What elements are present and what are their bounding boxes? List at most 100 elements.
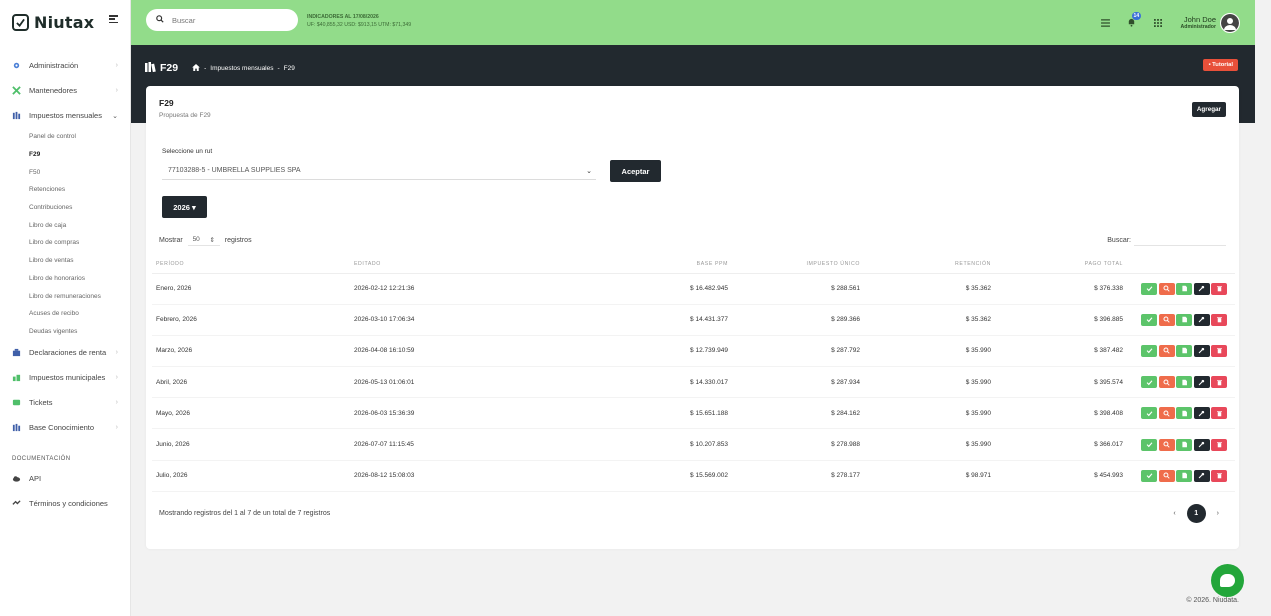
gear-icon: [12, 61, 21, 70]
sidebar-item-declaraciones-de-renta[interactable]: Declaraciones de renta ›: [0, 340, 130, 365]
cell-impuesto-unico: $ 289.366: [732, 304, 864, 336]
column-header-base-ppm[interactable]: BASE PPM: [600, 256, 732, 274]
delete-button[interactable]: [1211, 344, 1227, 357]
sidebar-item-terminos[interactable]: Términos y condiciones: [0, 491, 130, 516]
sidebar-item-impuestos-mensuales[interactable]: Impuestos mensuales ⌄: [0, 103, 130, 128]
delete-button[interactable]: [1211, 282, 1227, 295]
year-dropdown-button[interactable]: 2026 ▾: [162, 196, 207, 218]
document-button[interactable]: [1176, 469, 1192, 482]
edit-button[interactable]: [1193, 344, 1210, 357]
submenu-item-libro-de-remuneraciones[interactable]: Libro de remuneraciones: [29, 287, 130, 305]
submenu-item-libro-de-caja[interactable]: Libro de caja: [29, 216, 130, 234]
tutorial-button[interactable]: ▪ Tutorial: [1203, 59, 1238, 71]
video-icon: ▪: [1208, 62, 1211, 68]
global-search[interactable]: [146, 9, 298, 31]
submenu-item-deudas-vigentes[interactable]: Deudas vigentes: [29, 323, 130, 341]
menu-toggle-icon[interactable]: [109, 15, 118, 23]
chat-bubble-button[interactable]: [1211, 564, 1244, 597]
edit-button[interactable]: [1193, 376, 1210, 389]
home-icon[interactable]: [192, 63, 200, 73]
delete-button[interactable]: [1211, 407, 1227, 420]
confirm-button[interactable]: [1141, 282, 1157, 295]
edit-button[interactable]: [1193, 438, 1210, 451]
sidebar-item-api[interactable]: API: [0, 466, 130, 491]
page-title: F29: [160, 62, 179, 74]
f29-card: F29 Propuesta de F29 Agregar Seleccione …: [146, 86, 1239, 549]
list-icon[interactable]: [1100, 17, 1112, 29]
confirm-button[interactable]: [1141, 407, 1157, 420]
submenu-item-f50[interactable]: F50: [29, 163, 130, 181]
document-button[interactable]: [1176, 438, 1192, 451]
notifications-bell-icon[interactable]: 14: [1126, 11, 1142, 29]
cell-retencion: $ 35.362: [864, 273, 995, 305]
document-button[interactable]: [1176, 344, 1192, 357]
sidebar-item-label: Declaraciones de renta: [29, 348, 107, 358]
view-button[interactable]: [1158, 469, 1175, 482]
prev-page-button[interactable]: ‹: [1173, 510, 1175, 517]
view-button[interactable]: [1158, 344, 1175, 357]
submenu-item-retenciones[interactable]: Retenciones: [29, 181, 130, 199]
cell-actions: [1127, 335, 1235, 368]
delete-button[interactable]: [1211, 469, 1227, 482]
confirm-button[interactable]: [1141, 469, 1157, 482]
delete-button[interactable]: [1211, 313, 1227, 326]
confirm-button[interactable]: [1141, 376, 1157, 389]
view-button[interactable]: [1158, 438, 1175, 451]
page-length-select[interactable]: 50 ⇕: [187, 234, 220, 246]
user-info[interactable]: John Doe Administrador: [1181, 15, 1216, 30]
edit-button[interactable]: [1193, 469, 1210, 482]
document-button[interactable]: [1176, 313, 1192, 326]
row-actions: [1131, 438, 1231, 451]
cell-impuesto-unico: $ 288.561: [732, 273, 864, 305]
page-header: F29 - Impuestos mensuales - F29: [145, 62, 295, 74]
cell-editado: 2026-08-12 15:08:03: [350, 460, 600, 492]
next-page-button[interactable]: ›: [1217, 510, 1219, 517]
view-button[interactable]: [1158, 407, 1175, 420]
column-header-impuesto-unico[interactable]: IMPUESTO ÚNICO: [732, 256, 864, 274]
document-button[interactable]: [1176, 376, 1192, 389]
document-button[interactable]: [1176, 282, 1192, 295]
submenu-item-panel-de-control[interactable]: Panel de control: [29, 128, 130, 146]
edit-button[interactable]: [1193, 282, 1210, 295]
apps-grid-icon[interactable]: [1152, 17, 1164, 29]
column-header-editado[interactable]: EDITADO: [350, 256, 600, 274]
view-button[interactable]: [1158, 376, 1175, 389]
column-header-periodo[interactable]: PERÍODO: [152, 256, 350, 274]
submenu-item-f29[interactable]: F29: [29, 146, 130, 164]
accept-button[interactable]: Aceptar: [610, 160, 661, 182]
confirm-button[interactable]: [1141, 313, 1157, 326]
search-input[interactable]: [172, 15, 282, 25]
sidebar-item-base-conocimiento[interactable]: Base Conocimiento ›: [0, 415, 130, 440]
delete-button[interactable]: [1211, 376, 1227, 389]
sidebar-item-administracion[interactable]: Administración ›: [0, 53, 130, 78]
submenu-item-libro-de-honorarios[interactable]: Libro de honorarios: [29, 270, 130, 288]
confirm-button[interactable]: [1141, 344, 1157, 357]
view-button[interactable]: [1158, 282, 1175, 295]
submenu-item-contribuciones[interactable]: Contribuciones: [29, 199, 130, 217]
rut-select[interactable]: 77103288-5 - UMBRELLA SUPPLIES SPA ⌄: [162, 162, 596, 180]
sidebar-item-impuestos-municipales[interactable]: Impuestos municipales ›: [0, 365, 130, 390]
view-button[interactable]: [1158, 313, 1175, 326]
column-header-pago-total[interactable]: PAGO TOTAL: [995, 256, 1127, 274]
column-header-retencion[interactable]: RETENCIÓN: [864, 256, 995, 274]
avatar[interactable]: [1220, 12, 1240, 33]
page-1-button[interactable]: 1: [1186, 504, 1206, 523]
breadcrumb-section[interactable]: Impuestos mensuales: [210, 65, 273, 72]
sidebar-item-tickets[interactable]: Tickets ›: [0, 390, 130, 415]
confirm-button[interactable]: [1141, 438, 1157, 451]
submenu-item-libro-de-ventas[interactable]: Libro de ventas: [29, 252, 130, 270]
rut-selected-value: 77103288-5 - UMBRELLA SUPPLIES SPA: [168, 167, 301, 174]
document-button[interactable]: [1176, 407, 1192, 420]
add-button[interactable]: Agregar: [1191, 102, 1226, 117]
cell-editado: 2026-02-12 12:21:36: [350, 273, 600, 305]
delete-button[interactable]: [1211, 438, 1227, 451]
sidebar-item-mantenedores[interactable]: Mantenedores ›: [0, 78, 130, 103]
submenu-item-libro-de-compras[interactable]: Libro de compras: [29, 234, 130, 252]
edit-button[interactable]: [1193, 313, 1210, 326]
chevron-down-icon: ⌄: [586, 167, 592, 175]
submenu-item-acuses-de-recibo[interactable]: Acuses de recibo: [29, 305, 130, 323]
user-name: John Doe: [1183, 15, 1216, 24]
table-search-input[interactable]: [1134, 234, 1226, 246]
edit-button[interactable]: [1193, 407, 1210, 420]
books-icon: [12, 111, 21, 120]
